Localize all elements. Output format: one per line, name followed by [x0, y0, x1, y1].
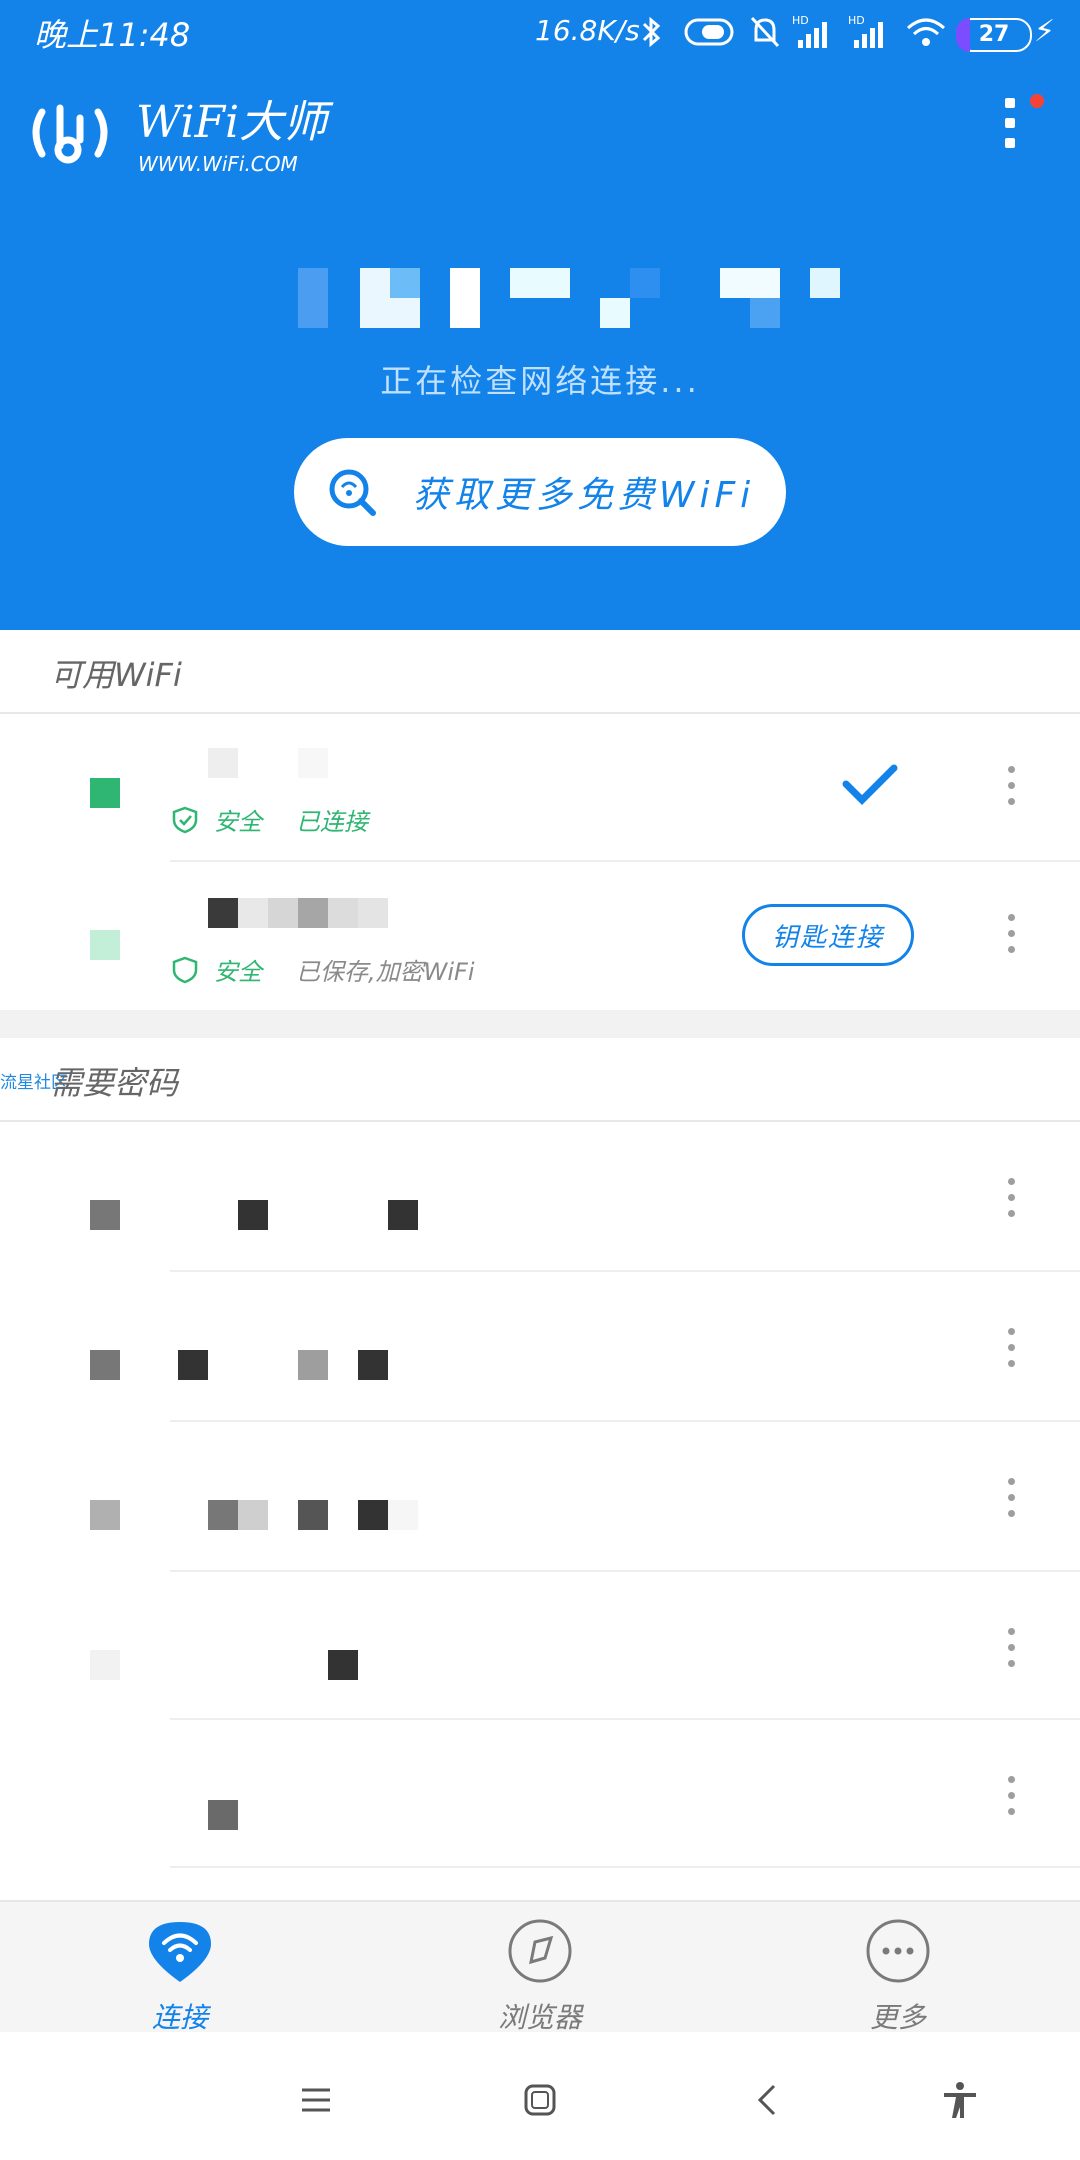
notification-badge: [1030, 94, 1044, 108]
wifi-master-logo-icon: [32, 104, 108, 164]
recents-icon[interactable]: [296, 2080, 336, 2120]
wifi-row-locked[interactable]: [0, 1422, 1080, 1570]
signal-hd-icon: HD: [792, 14, 827, 48]
status-line: 安全 已保存,加密WiFi: [172, 952, 475, 987]
ssid-redacted: [328, 1650, 358, 1680]
get-more-wifi-label: 获取更多免费WiFi: [412, 475, 756, 516]
search-wifi-icon: [329, 469, 376, 516]
shield-check-icon: [172, 956, 198, 983]
shield-check-icon: [172, 806, 198, 833]
home-icon[interactable]: [520, 2080, 560, 2120]
connection-status: 已连接: [296, 808, 368, 836]
system-navigation-bar: [0, 2032, 1080, 2160]
app-header: 晚上11:48 16.8K/s HD HD 27 ⚡ WiFi大师 WWW.Wi…: [0, 0, 1080, 630]
charging-icon: ⚡: [1034, 14, 1056, 49]
tab-more[interactable]: 更多: [798, 1916, 998, 2036]
get-more-wifi-button[interactable]: 获取更多免费WiFi: [294, 438, 786, 546]
wifi-row-more-icon[interactable]: [1006, 1328, 1018, 1374]
wifi-icon: [907, 18, 945, 46]
wifi-row-connected[interactable]: 安全 已连接: [0, 714, 1080, 862]
wifi-row-locked[interactable]: [0, 1272, 1080, 1420]
ssid-redacted: [238, 1200, 420, 1230]
wifi-row-more-icon[interactable]: [1006, 766, 1018, 812]
wifi-signal-icon: [90, 1350, 120, 1380]
wifi-row-locked[interactable]: [0, 1572, 1080, 1720]
row-separator: [170, 1866, 1080, 1868]
wifi-signal-icon: [90, 778, 120, 808]
security-status: 安全: [214, 958, 262, 986]
wifi-signal-icon: [90, 1650, 120, 1680]
wifi-row-more-icon[interactable]: [1006, 914, 1018, 960]
wifi-row-locked[interactable]: [0, 1122, 1080, 1270]
brand-url: WWW.WiFi.COM: [138, 152, 298, 176]
wifi-signal-icon: [90, 930, 120, 960]
overflow-menu-icon[interactable]: [1000, 98, 1024, 162]
wifi-icon: [149, 1922, 211, 1982]
tab-more-label: 更多: [869, 2001, 926, 2034]
security-status: 安全: [214, 808, 262, 836]
wifi-row-more-icon[interactable]: [1006, 1776, 1018, 1822]
wifi-row-more-icon[interactable]: [1006, 1178, 1018, 1224]
network-speed: 16.8K/s: [535, 14, 640, 47]
wifi-row-locked[interactable]: [0, 1720, 1080, 1868]
svg-text:HD: HD: [848, 14, 865, 27]
toggle-icon: [684, 18, 734, 46]
brand-name: WiFi大师: [136, 97, 328, 148]
available-wifi-title: 可用WiFi: [50, 656, 182, 694]
compass-icon: [508, 1919, 572, 1983]
connected-check-icon: [842, 764, 898, 805]
connection-status: 已保存,加密WiFi: [296, 958, 475, 986]
wifi-signal-icon: [90, 1500, 120, 1530]
wifi-row-more-icon[interactable]: [1006, 1478, 1018, 1524]
tab-connect-label: 连接: [151, 2001, 208, 2034]
tab-connect[interactable]: 连接: [80, 1916, 280, 2036]
battery-icon: 27: [956, 18, 1032, 52]
key-connect-button[interactable]: 钥匙连接: [742, 904, 914, 966]
ssid-redacted: [178, 1350, 390, 1380]
bottom-navigation: 连接 浏览器 更多: [0, 1900, 1080, 2034]
back-icon[interactable]: [748, 2080, 788, 2120]
ssid-redacted: [208, 748, 328, 778]
checking-network-text: 正在检查网络连接...: [380, 362, 700, 400]
tab-browser[interactable]: 浏览器: [440, 1916, 640, 2036]
tab-browser-label: 浏览器: [497, 2001, 582, 2034]
accessibility-icon[interactable]: [940, 2080, 980, 2120]
section-gap: [0, 1010, 1080, 1038]
wifi-row-more-icon[interactable]: [1006, 1628, 1018, 1674]
current-ssid-redacted: [298, 268, 840, 330]
status-time: 晚上11:48: [34, 16, 191, 54]
wifi-row-saved[interactable]: 安全 已保存,加密WiFi: [0, 862, 1080, 1010]
password-required-title: 需要密码: [50, 1064, 179, 1102]
signal-hd-icon: HD: [848, 14, 883, 48]
ssid-redacted: [208, 898, 390, 928]
bluetooth-icon: [642, 16, 661, 48]
ssid-redacted: [208, 1800, 238, 1830]
more-icon: [866, 1919, 930, 1983]
ssid-redacted: [208, 1500, 420, 1530]
wifi-signal-icon: [90, 1200, 120, 1230]
mute-bell-icon: [750, 16, 780, 48]
status-line: 安全 已连接: [172, 802, 368, 837]
svg-text:HD: HD: [792, 14, 809, 27]
status-bar: 晚上11:48 16.8K/s HD HD 27 ⚡: [0, 0, 1080, 64]
battery-level: 27: [978, 22, 1010, 47]
